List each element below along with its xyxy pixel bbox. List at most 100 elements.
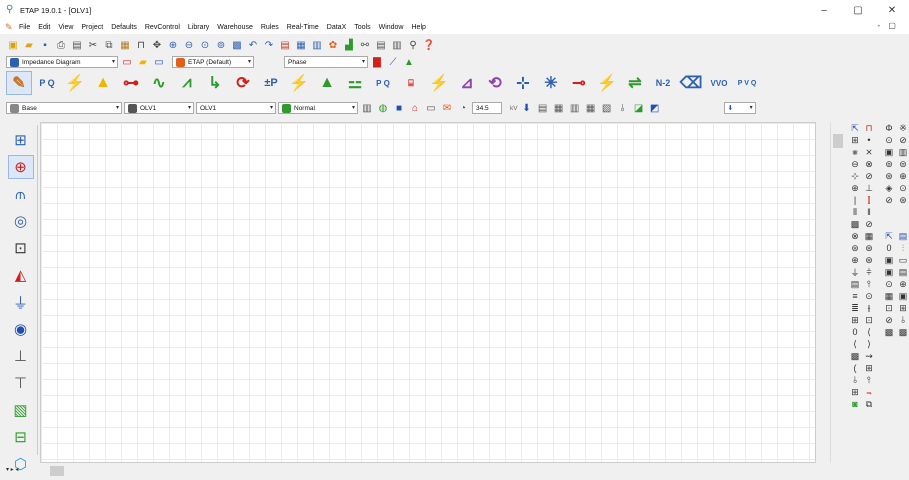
panel-icon[interactable]: ▣ [882, 146, 896, 158]
unbalanced-load-flow-icon[interactable]: P Q [370, 71, 396, 95]
dc-network-icon[interactable]: ▩ [896, 326, 909, 338]
panel-schedule-icon[interactable]: ⊥ [8, 344, 34, 368]
undo-stamp-icon[interactable]: ⊓ [134, 38, 148, 52]
cable-element-icon[interactable]: | [848, 194, 862, 206]
ground-icon[interactable]: ⊥ [862, 182, 876, 194]
dc-ups-icon[interactable]: ▦ [882, 290, 896, 302]
find-icon[interactable]: ⚲ [406, 38, 420, 52]
arrange-icon[interactable]: ▧ [600, 101, 614, 115]
menu-library[interactable]: Library [184, 24, 213, 31]
study-case-select[interactable]: ETAP (Default) ▾ [172, 56, 254, 68]
ungroup-icon[interactable]: ▦ [584, 101, 598, 115]
eraser-icon[interactable]: ⌫ [678, 71, 704, 95]
grid-icon[interactable]: ▩ [230, 38, 244, 52]
unbalanced-short-circuit-icon[interactable]: ⚡ [286, 71, 312, 95]
motor-icon[interactable]: ※ [896, 122, 909, 134]
battery-sizing-icon[interactable]: ⚍ [342, 71, 368, 95]
recloser-icon[interactable]: ⫯ [862, 278, 876, 290]
heater-icon[interactable]: ⇝ [862, 350, 876, 362]
report-icon[interactable]: ▤ [374, 38, 388, 52]
dc-motor-icon[interactable]: ⊙ [882, 278, 896, 290]
ac-link-icon[interactable]: ⟨ [862, 326, 876, 338]
cable-pulling-system-icon[interactable]: ◭ [8, 263, 34, 287]
layer-red-icon[interactable]: ▭ [120, 55, 134, 69]
vertical-scroll-thumb[interactable] [833, 134, 843, 148]
menu-window[interactable]: Window [375, 24, 408, 31]
redo-icon[interactable]: ↷ [262, 38, 276, 52]
star-system-icon[interactable]: ◉ [8, 317, 34, 341]
bar-chart-icon[interactable]: ▇ [370, 55, 384, 69]
busway-icon[interactable]: ▤ [848, 278, 862, 290]
mov-icon[interactable]: ⊙ [862, 290, 876, 302]
layer-blue-icon[interactable]: ▭ [152, 55, 166, 69]
pointer-icon[interactable]: ⇱ [848, 122, 862, 134]
list-icon[interactable]: ▥ [390, 38, 404, 52]
display-options-icon[interactable]: ◔ [456, 101, 470, 115]
filter-down-icon[interactable]: ⬇ [520, 101, 534, 115]
tap-icon[interactable]: ⫯ [862, 374, 876, 386]
menu-help[interactable]: Help [408, 24, 430, 31]
print-icon[interactable]: ⎙ [54, 38, 68, 52]
flag-icon[interactable]: ▲ [402, 55, 416, 69]
power-grid-icon[interactable]: ⊞ [848, 314, 862, 326]
star-icon[interactable]: ✳ [538, 71, 564, 95]
theme-icon[interactable]: ✿ [326, 38, 340, 52]
sts-icon[interactable]: ≡ [848, 290, 862, 302]
help-icon[interactable]: ❓ [422, 38, 436, 52]
menu-revcontrol[interactable]: RevControl [141, 24, 184, 31]
fuse-vertical-icon[interactable]: ⫴ [848, 206, 862, 218]
load-flow-icon[interactable]: P Q [34, 71, 60, 95]
chart-icon[interactable]: ▟ [342, 38, 356, 52]
zoom-out-icon[interactable]: ⊖ [182, 38, 196, 52]
pt-icon[interactable]: ⊜ [896, 158, 909, 170]
interlock-icon[interactable]: ⊛ [896, 194, 909, 206]
ground-grid-system-icon[interactable]: ◎ [8, 209, 34, 233]
zoom-in-icon[interactable]: ⊕ [166, 38, 180, 52]
switching-icon[interactable]: ⊸ [566, 71, 592, 95]
dc-load-icon[interactable]: ▭ [896, 254, 909, 266]
menu-view[interactable]: View [54, 24, 77, 31]
fuse-icon[interactable]: ⊗ [862, 158, 876, 170]
menu-project[interactable]: Project [77, 24, 107, 31]
edit-mode-pencil-icon[interactable]: ✎ [6, 71, 32, 95]
annotation-icon[interactable]: ✉ [440, 101, 454, 115]
dc-pv-icon[interactable]: ▣ [896, 290, 909, 302]
transformer-icon[interactable]: ⊞ [848, 134, 862, 146]
menu-tools[interactable]: Tools [350, 24, 374, 31]
text-box-icon[interactable]: ▤ [278, 38, 292, 52]
ground-switch-icon[interactable]: ⏚ [848, 266, 862, 278]
ct-icon[interactable]: ⊚ [882, 158, 896, 170]
sheet-navigation[interactable]: ▾ ▸ ◂ [0, 466, 40, 480]
inverter-icon[interactable]: ⊗ [848, 230, 862, 242]
n2-contingency-icon[interactable]: N-2 [650, 71, 676, 95]
operating-mode-select[interactable]: Normal ▾ [278, 102, 358, 114]
one-line-diagram-canvas[interactable] [40, 122, 816, 463]
protection-icon[interactable]: ◈ [882, 182, 896, 194]
wand-icon[interactable]: ⟋ [386, 55, 400, 69]
mdi-window-controls[interactable]: - ▢ [878, 21, 899, 30]
maximize-button[interactable]: ▢ [841, 0, 875, 20]
bus-icon[interactable]: ⊓ [862, 122, 876, 134]
group-icon[interactable]: ▥ [568, 101, 582, 115]
horizontal-scrollbar[interactable] [40, 464, 830, 478]
multimeter-icon[interactable]: ⊙ [896, 182, 909, 194]
link-element-icon[interactable]: ‖ [862, 206, 876, 218]
close-button[interactable]: ✕ [875, 0, 909, 20]
one-line-view-select[interactable]: OLV1 ▾ [196, 102, 276, 114]
wind-element-icon[interactable]: 0 [848, 326, 862, 338]
vfd-icon[interactable]: ⊛ [862, 242, 876, 254]
meter-icon[interactable]: ⊘ [896, 134, 909, 146]
dc-arc-flash-icon[interactable]: ⚡ [594, 71, 620, 95]
menu-rules[interactable]: Rules [257, 24, 283, 31]
underground-raceway-icon[interactable]: ⫙ [8, 182, 34, 206]
save-icon[interactable]: ▪ [38, 38, 52, 52]
dot-icon[interactable]: • [862, 134, 876, 146]
scenario-wizard-icon[interactable]: ⊟ [8, 425, 34, 449]
synchronous-icon[interactable]: ⊡ [862, 314, 876, 326]
composite-network-icon[interactable]: ▩ [848, 218, 862, 230]
timer-icon[interactable]: ⊘ [882, 194, 896, 206]
phase-select[interactable]: Phase ▾ [284, 56, 368, 68]
view-mode-select[interactable]: Impedance Diagram ▾ [6, 56, 118, 68]
revision-select[interactable]: Base ▾ [6, 102, 122, 114]
transient-stability-icon[interactable]: ⩘ [174, 71, 200, 95]
